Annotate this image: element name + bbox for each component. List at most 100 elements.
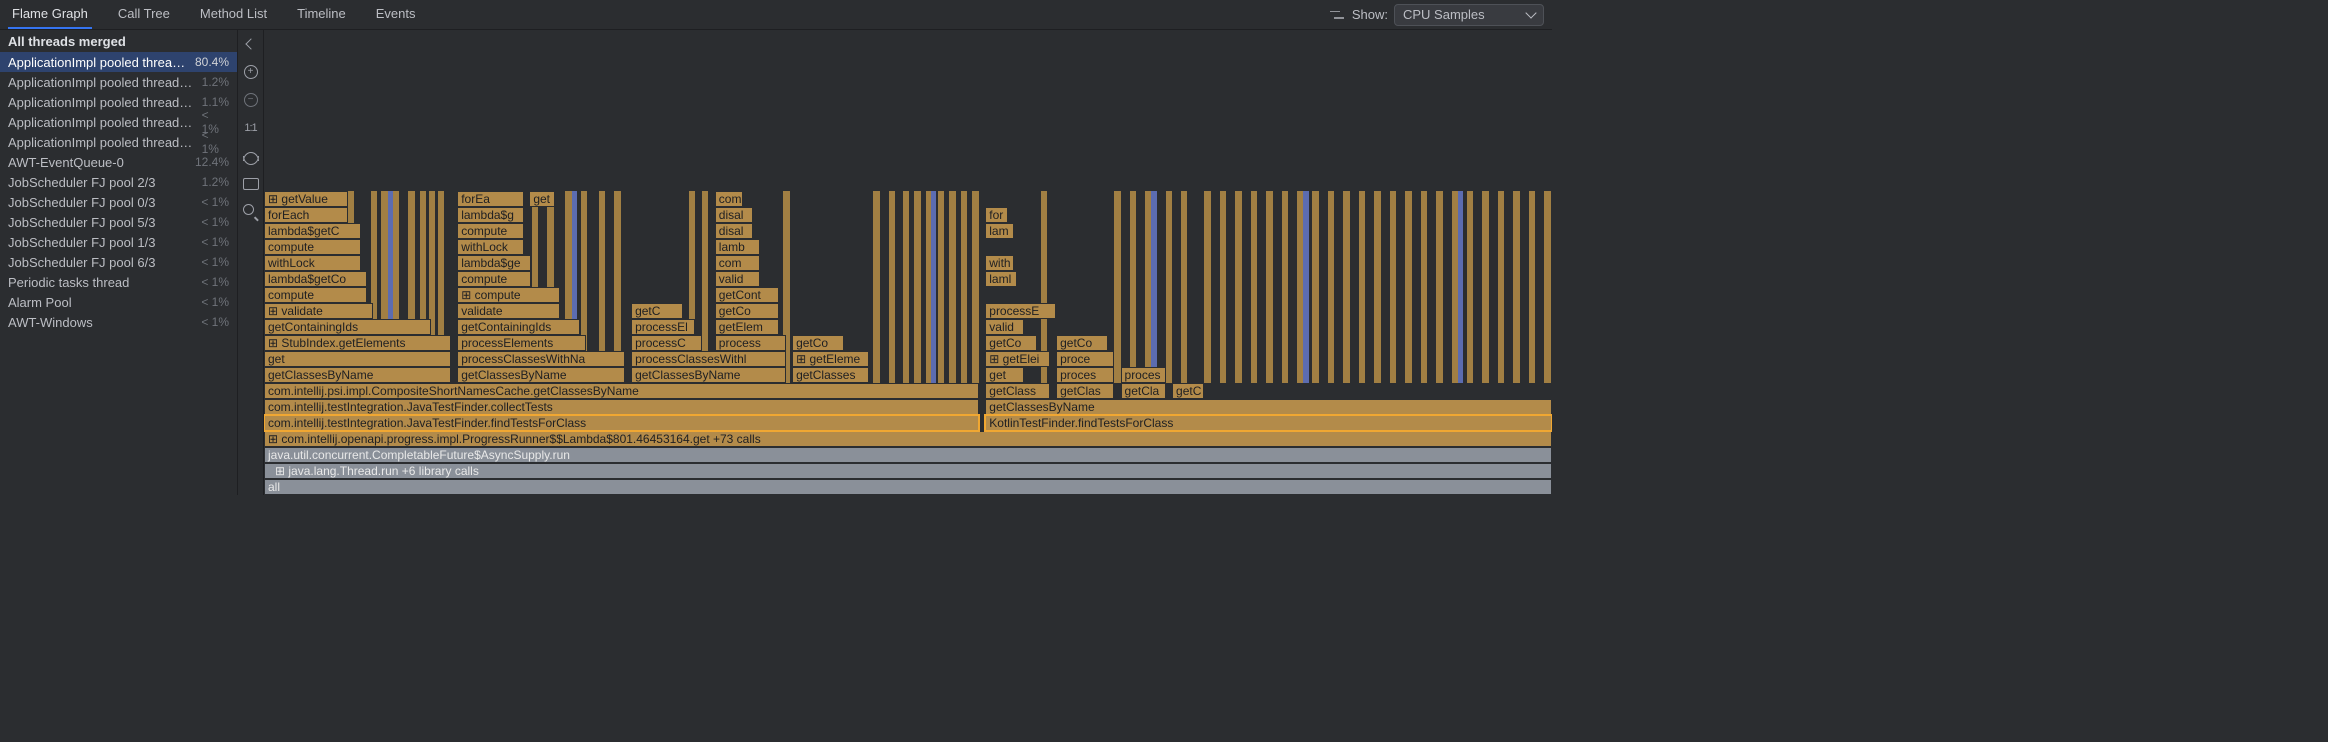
flame-frame[interactable]: lambda$getC — [264, 223, 361, 239]
flame-frame[interactable]: ⊞ com.intellij.openapi.progress.impl.Pro… — [264, 431, 1552, 447]
flame-frame[interactable]: valid — [715, 271, 760, 287]
flame-frame[interactable]: forEach — [264, 207, 348, 223]
screenshot-icon[interactable] — [243, 176, 259, 192]
flame-frame[interactable]: processClassesWithl — [631, 351, 786, 367]
tab-method-list[interactable]: Method List — [196, 0, 271, 29]
tab-timeline[interactable]: Timeline — [293, 0, 350, 29]
preview-icon[interactable] — [243, 148, 259, 164]
flame-frame[interactable]: processE — [985, 303, 1056, 319]
flame-frame[interactable]: com — [715, 255, 760, 271]
flame-frame[interactable]: proce — [1056, 351, 1114, 367]
thread-row[interactable]: JobScheduler FJ pool 0/3< 1% — [0, 192, 237, 212]
flame-frame[interactable]: proces — [1121, 367, 1166, 383]
flame-frame[interactable]: withLock — [457, 239, 524, 255]
flame-frame[interactable]: processEl — [631, 319, 695, 335]
thread-row[interactable]: AWT-EventQueue-012.4% — [0, 152, 237, 172]
flame-frame[interactable]: lam — [985, 223, 1013, 239]
flame-frame[interactable]: com.intellij.psi.impl.CompositeShortName… — [264, 383, 979, 399]
flame-frame[interactable]: ⊞ getEleme — [792, 351, 869, 367]
flame-frame[interactable]: processC — [631, 335, 702, 351]
flame-frame[interactable]: validate — [457, 303, 560, 319]
flame-frame[interactable]: get — [529, 191, 555, 207]
thread-name: JobScheduler FJ pool 1/3 — [8, 235, 155, 250]
flame-frame[interactable]: getC — [1172, 383, 1204, 399]
thread-row[interactable]: Periodic tasks thread< 1% — [0, 272, 237, 292]
zoom-out-icon[interactable] — [243, 92, 259, 108]
thread-pct: 80.4% — [195, 55, 229, 69]
flame-frame[interactable]: getClassesByName — [985, 399, 1552, 415]
flame-frame[interactable]: com.intellij.testIntegration.JavaTestFin… — [264, 415, 979, 431]
flame-frame[interactable]: compute — [457, 271, 530, 287]
flame-frame[interactable]: getC — [631, 303, 683, 319]
flame-frame[interactable]: getClassesByName — [631, 367, 786, 383]
flame-frame[interactable]: compute — [264, 239, 361, 255]
flame-frame[interactable]: getClassesByName — [457, 367, 624, 383]
flame-frame[interactable]: all — [264, 479, 1552, 495]
thread-row[interactable]: ApplicationImpl pooled thread 5180.4% — [0, 52, 237, 72]
tab-flame-graph[interactable]: Flame Graph — [8, 0, 92, 29]
flame-frame[interactable]: get — [985, 367, 1024, 383]
flame-frame[interactable]: getCo — [1056, 335, 1108, 351]
flame-frame[interactable]: disal — [715, 223, 754, 239]
flame-frame[interactable]: getContainingIds — [264, 319, 431, 335]
thread-row[interactable]: ApplicationImpl pooled thread 52< 1% — [0, 132, 237, 152]
thread-row[interactable]: AWT-Windows< 1% — [0, 312, 237, 332]
thread-row[interactable]: Alarm Pool< 1% — [0, 292, 237, 312]
flame-frame[interactable]: withLock — [264, 255, 361, 271]
flame-frame[interactable]: getCla — [1121, 383, 1166, 399]
flame-frame[interactable]: getClas — [1056, 383, 1114, 399]
swap-icon — [1330, 8, 1344, 22]
flame-frame[interactable]: ⊞ getElei — [985, 351, 1049, 367]
flame-frame[interactable]: for — [985, 207, 1008, 223]
thread-pct: 12.4% — [195, 155, 229, 169]
flame-frame[interactable]: ⊞ java.lang.Thread.run +6 library calls — [264, 463, 1552, 479]
thread-row[interactable]: JobScheduler FJ pool 5/3< 1% — [0, 212, 237, 232]
flame-frame[interactable]: KotlinTestFinder.findTestsForClass — [985, 415, 1552, 431]
search-icon[interactable] — [243, 204, 259, 220]
flame-frame[interactable]: proces — [1056, 367, 1114, 383]
flame-frame[interactable]: com.intellij.testIntegration.JavaTestFin… — [264, 399, 979, 415]
flame-graph[interactable]: ⊞ getValue forEa get com forEach lambda$g disa… — [264, 30, 1552, 495]
flame-frame[interactable]: forEa — [457, 191, 524, 207]
thread-row[interactable]: JobScheduler FJ pool 1/3< 1% — [0, 232, 237, 252]
flame-frame[interactable]: ⊞ getValue — [264, 191, 348, 207]
flame-frame[interactable]: lamb — [715, 239, 760, 255]
flame-frame[interactable]: getCo — [985, 335, 1037, 351]
tab-events[interactable]: Events — [372, 0, 420, 29]
flame-frame[interactable]: with — [985, 255, 1013, 271]
flame-frame[interactable]: getElem — [715, 319, 779, 335]
flame-frame[interactable]: getClasses — [792, 367, 869, 383]
flame-frame[interactable]: ⊞ StubIndex.getElements — [264, 335, 451, 351]
flame-frame[interactable]: getContainingIds — [457, 319, 579, 335]
flame-frame[interactable]: get — [264, 351, 451, 367]
flame-frame[interactable]: compute — [264, 287, 367, 303]
threads-header: All threads merged — [0, 30, 237, 52]
flame-frame[interactable]: lambda$ge — [457, 255, 530, 271]
flame-frame[interactable]: process — [715, 335, 786, 351]
flame-frame[interactable]: processClassesWithNa — [457, 351, 624, 367]
flame-frame[interactable]: valid — [985, 319, 1024, 335]
thread-row[interactable]: JobScheduler FJ pool 6/3< 1% — [0, 252, 237, 272]
flame-frame[interactable]: compute — [457, 223, 524, 239]
flame-frame[interactable]: java.util.concurrent.CompletableFuture$A… — [264, 447, 1552, 463]
flame-frame[interactable]: lambda$getCo — [264, 271, 367, 287]
collapse-icon[interactable] — [243, 36, 259, 52]
flame-frame[interactable]: ⊞ compute — [457, 287, 560, 303]
zoom-in-icon[interactable] — [243, 64, 259, 80]
flame-frame[interactable]: laml — [985, 271, 1017, 287]
flame-frame[interactable]: processElements — [457, 335, 586, 351]
flame-frame[interactable]: lambda$g — [457, 207, 524, 223]
flame-frame[interactable]: ⊞ validate — [264, 303, 373, 319]
thread-row[interactable]: JobScheduler FJ pool 2/31.2% — [0, 172, 237, 192]
flame-frame[interactable]: com — [715, 191, 743, 207]
flame-frame[interactable]: getClass — [985, 383, 1049, 399]
flame-frame[interactable]: getClassesByName — [264, 367, 451, 383]
flame-frame[interactable]: getCo — [792, 335, 844, 351]
thread-row[interactable]: ApplicationImpl pooled thread 571.2% — [0, 72, 237, 92]
show-select[interactable]: CPU Samples — [1394, 4, 1544, 26]
flame-frame[interactable]: getCont — [715, 287, 779, 303]
flame-frame[interactable]: getCo — [715, 303, 779, 319]
reset-zoom-icon[interactable]: 1:1 — [243, 120, 259, 136]
flame-frame[interactable]: disal — [715, 207, 754, 223]
tab-call-tree[interactable]: Call Tree — [114, 0, 174, 29]
